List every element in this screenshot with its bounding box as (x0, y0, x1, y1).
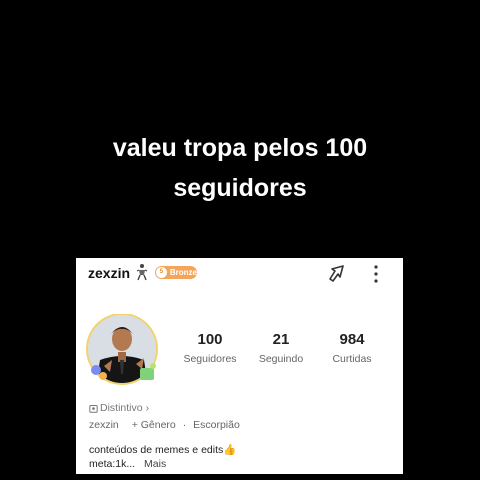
followers-count: 100 (197, 331, 223, 348)
avatar[interactable] (82, 314, 162, 386)
stat-following[interactable]: 21 Seguindo (255, 331, 307, 365)
following-label: Seguindo (258, 353, 304, 365)
profile-info-line: zexzin + Gênero · Escorpião (89, 419, 244, 431)
video-caption: valeu tropa pelos 100 seguidores (0, 128, 480, 208)
gender-button[interactable]: + Gênero (132, 419, 176, 431)
distintivo-label: Distintivo (100, 402, 143, 414)
vertical-dots-icon[interactable] (372, 264, 380, 284)
level-label: Bronze (169, 268, 197, 277)
bio-line-1: conteúdos de memes e edits👍 (89, 444, 237, 456)
likes-label: Curtidas (332, 353, 372, 365)
stat-followers[interactable]: 100 Seguidores (176, 331, 244, 365)
level-badge[interactable]: 5 Bronze (155, 266, 197, 279)
stat-likes[interactable]: 984 Curtidas (327, 331, 377, 365)
profile-stats: 100 Seguidores 21 Seguindo 984 Curtidas (176, 331, 391, 371)
badge-outline-icon (89, 404, 98, 413)
profile-bio: conteúdos de memes e edits👍 meta:1k... M… (89, 443, 236, 471)
info-separator: · (182, 419, 187, 431)
following-count: 21 (272, 331, 290, 348)
bio-line-2: meta:1k... (89, 458, 136, 470)
caption-line-1: valeu tropa pelos 100 (112, 134, 368, 162)
distintivo-link[interactable]: Distintivo › (89, 402, 149, 414)
share-arrow-icon[interactable] (326, 262, 348, 284)
likes-count: 984 (339, 331, 365, 348)
profile-username: zexzin (88, 265, 131, 281)
caption-line-2: seguidores (173, 174, 307, 202)
figure-badge-icon (136, 264, 148, 281)
bio-more-link[interactable]: Mais (144, 458, 166, 470)
level-number: 5 (156, 267, 167, 278)
followers-label: Seguidores (183, 353, 237, 365)
zodiac-sign: Escorpião (193, 419, 240, 431)
profile-card: zexzin 5 Bronze 100 Seguidores 21 Seguin… (76, 258, 403, 474)
profile-topbar: zexzin 5 Bronze (76, 258, 403, 288)
chevron-right-icon: › (145, 402, 150, 414)
profile-handle: zexzin (89, 419, 119, 431)
